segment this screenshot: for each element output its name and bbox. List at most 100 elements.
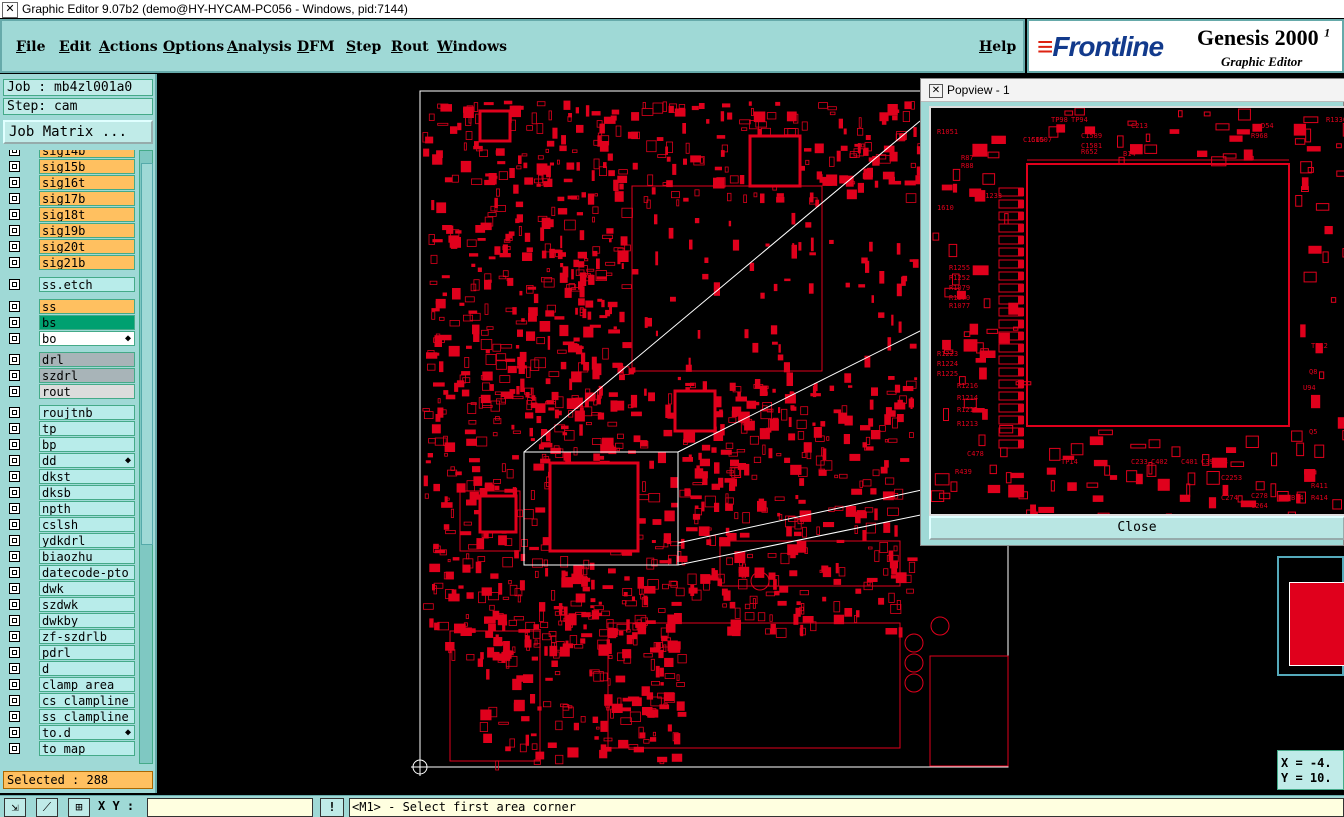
layer-name[interactable]: d [39,661,135,676]
layer-checkbox[interactable] [9,743,20,754]
layer-checkbox[interactable] [9,439,20,450]
layer-name[interactable]: zf-szdrlb [39,629,135,644]
layer-row[interactable]: datecode-pto [3,565,136,580]
layer-name[interactable]: sig17b [39,191,135,206]
layer-name[interactable]: sig15b [39,159,135,174]
menu-windows[interactable]: Windows [437,39,507,55]
layer-name[interactable]: sig16t [39,175,135,190]
layer-row[interactable]: szdwk [3,597,136,612]
layer-name[interactable]: bp [39,437,135,452]
layer-name[interactable]: dwkby [39,613,135,628]
layer-checkbox[interactable] [9,583,20,594]
layer-name[interactable]: drl [39,352,135,367]
layer-checkbox[interactable] [9,535,20,546]
layer-name[interactable]: sig18t [39,207,135,222]
layer-checkbox[interactable] [9,567,20,578]
layer-checkbox[interactable] [9,471,20,482]
layer-row[interactable]: dwkby [3,613,136,628]
layer-name[interactable]: sig21b [39,255,135,270]
layer-row[interactable]: cs_clampline [3,693,136,708]
layer-row[interactable]: sig17b [3,191,136,206]
layer-row[interactable]: sig16t [3,175,136,190]
layer-name[interactable]: szdrl [39,368,135,383]
layer-checkbox[interactable] [9,711,20,722]
xy-input[interactable] [147,798,313,817]
layer-name[interactable]: to_map [39,741,135,756]
layer-name[interactable]: biaozhu [39,549,135,564]
layer-row[interactable]: bp [3,437,136,452]
zoom-tool-icon[interactable]: ⇲ [4,798,26,817]
grid-icon[interactable]: ⊞ [68,798,90,817]
layer-name[interactable]: tp [39,421,135,436]
layer-name[interactable]: bo ◆ [39,331,135,346]
layer-row[interactable]: dkst [3,469,136,484]
layer-checkbox[interactable] [9,487,20,498]
layer-row[interactable]: rout [3,384,136,399]
layer-name[interactable]: dd ◆ [39,453,135,468]
layer-name[interactable]: ydkdrl [39,533,135,548]
layer-name[interactable]: npth [39,501,135,516]
layer-row[interactable]: ss [3,299,136,314]
layer-row[interactable]: szdrl [3,368,136,383]
layer-row[interactable]: sig15b [3,159,136,174]
layer-name[interactable]: pdrl [39,645,135,660]
layer-checkbox[interactable] [9,386,20,397]
layer-row[interactable]: clamp_area [3,677,136,692]
layer-checkbox[interactable] [9,177,20,188]
menu-file[interactable]: File [16,39,46,55]
layer-checkbox[interactable] [9,333,20,344]
layer-row[interactable]: cslsh [3,517,136,532]
scrollbar-thumb[interactable] [141,163,153,545]
menu-help[interactable]: Help [979,39,1016,55]
layer-row[interactable]: pdrl [3,645,136,660]
layer-checkbox[interactable] [9,317,20,328]
layer-name[interactable]: ss.etch [39,277,135,292]
layer-name[interactable]: sig19b [39,223,135,238]
layer-row[interactable]: biaozhu [3,549,136,564]
layer-row[interactable]: ydkdrl [3,533,136,548]
layer-row[interactable]: dksb [3,485,136,500]
layer-checkbox[interactable] [9,631,20,642]
layer-checkbox[interactable] [9,193,20,204]
layer-row[interactable]: sig21b [3,255,136,270]
menu-dfm[interactable]: DFM [297,39,335,55]
layer-name[interactable]: datecode-pto [39,565,135,580]
layer-checkbox[interactable] [9,161,20,172]
layer-checkbox[interactable] [9,301,20,312]
layer-row[interactable]: to.d ◆ [3,725,136,740]
layer-checkbox[interactable] [9,695,20,706]
info-icon[interactable]: ! [320,798,344,817]
layer-checkbox[interactable] [9,663,20,674]
layer-checkbox[interactable] [9,354,20,365]
layer-checkbox[interactable] [9,615,20,626]
layer-row[interactable]: ss_clampline [3,709,136,724]
layer-name[interactable]: szdwk [39,597,135,612]
layer-row[interactable]: tp [3,421,136,436]
layer-row[interactable]: ss.etch [3,277,136,292]
layer-row[interactable]: to_map [3,741,136,756]
popview-window[interactable]: ✕ Popview - 1 TP98 TP94 R1051 C1506 C1507 C158… [920,78,1344,546]
layer-name[interactable]: dkst [39,469,135,484]
menu-analysis[interactable]: Analysis [227,39,292,55]
layer-row[interactable]: sig18t [3,207,136,222]
layer-row[interactable]: sig14b [3,150,136,158]
layer-checkbox[interactable] [9,407,20,418]
popview-close-button[interactable]: Close [929,516,1344,540]
layer-scrollbar[interactable] [139,150,153,764]
layer-name[interactable]: sig14b [39,150,135,158]
layer-checkbox[interactable] [9,455,20,466]
layer-row[interactable]: bo ◆ [3,331,136,346]
layer-name[interactable]: sig20t [39,239,135,254]
layer-checkbox[interactable] [9,241,20,252]
step-name[interactable]: Step: cam [3,98,153,115]
layer-checkbox[interactable] [9,647,20,658]
layer-checkbox[interactable] [9,370,20,381]
layer-row[interactable]: dwk [3,581,136,596]
job-matrix-button[interactable]: Job Matrix ... [3,120,153,144]
menu-options[interactable]: Options [163,39,224,55]
layer-name[interactable]: ss [39,299,135,314]
layer-row[interactable]: bs [3,315,136,330]
layer-name[interactable]: bs [39,315,135,330]
layer-row[interactable]: roujtnb [3,405,136,420]
layer-name[interactable]: clamp_area [39,677,135,692]
